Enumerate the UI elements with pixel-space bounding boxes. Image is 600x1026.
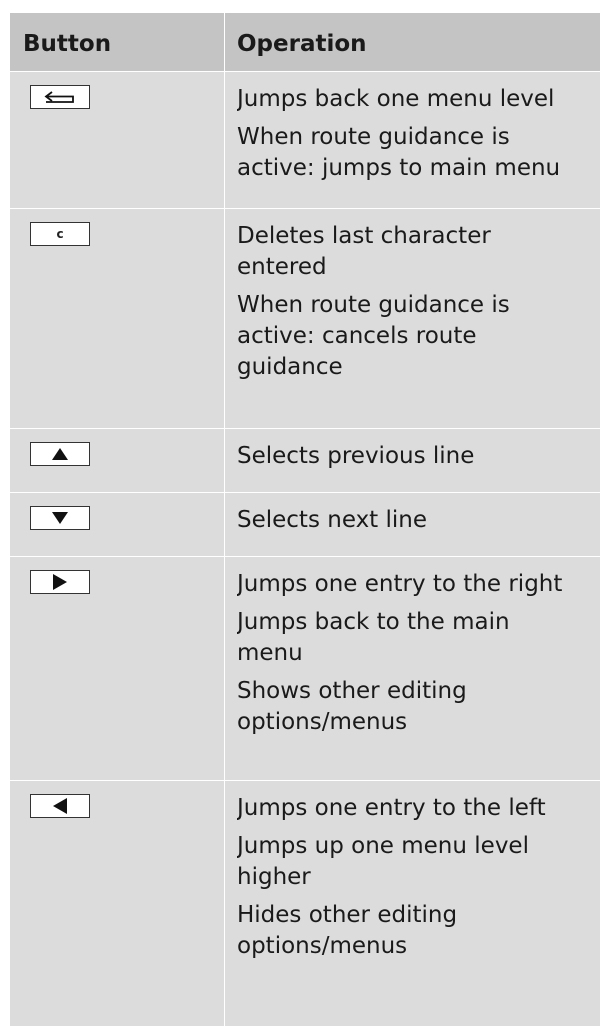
operation-line: active: jumps to main menu	[237, 155, 561, 181]
button-cell	[10, 493, 225, 556]
table-row: Jumps one entry to the right Jumps back …	[10, 557, 600, 781]
right-triangle-icon	[52, 573, 68, 591]
operation-line: When route guidance is	[237, 292, 510, 318]
header-operation-label: Operation	[237, 31, 367, 57]
right-key	[30, 570, 90, 594]
operation-line: Jumps up one menu level	[237, 833, 529, 859]
operation-cell: Jumps back one menu level When route gui…	[225, 72, 600, 208]
table-row: c Deletes last character entered When ro…	[10, 209, 600, 429]
down-triangle-icon	[51, 511, 69, 525]
operation-cell: Deletes last character entered When rout…	[225, 209, 600, 428]
operation-line: Jumps one entry to the left	[237, 795, 546, 821]
table-row: Jumps one entry to the left Jumps up one…	[10, 781, 600, 1026]
button-operation-table: Button Operation Jumps back one menu lev…	[10, 13, 600, 1026]
operation-line: Jumps one entry to the right	[237, 571, 563, 597]
manual-page: Button Operation Jumps back one menu lev…	[0, 0, 600, 1026]
table-header-row: Button Operation	[10, 13, 600, 72]
c-key: c	[30, 222, 90, 246]
operation-line: entered	[237, 254, 327, 280]
operation-line: higher	[237, 864, 311, 890]
operation-line: Selects next line	[237, 507, 428, 533]
table-row: Jumps back one menu level When route gui…	[10, 72, 600, 209]
button-cell	[10, 781, 225, 1026]
operation-line: options/menus	[237, 709, 408, 735]
operation-line: active: cancels route	[237, 323, 477, 349]
left-key	[30, 794, 90, 818]
operation-line: Deletes last character	[237, 223, 491, 249]
back-arrow-icon	[43, 90, 77, 104]
operation-line: Shows other editing	[237, 678, 467, 704]
operation-line: options/menus	[237, 933, 408, 959]
down-key	[30, 506, 90, 530]
back-key	[30, 85, 90, 109]
table-row: Selects previous line	[10, 429, 600, 493]
c-key-icon: c	[56, 227, 64, 241]
up-key	[30, 442, 90, 466]
operation-line: Jumps back one menu level	[237, 86, 555, 112]
operation-line: Jumps back to the main	[237, 609, 510, 635]
header-button-cell: Button	[10, 13, 225, 71]
button-cell	[10, 72, 225, 208]
operation-cell: Jumps one entry to the left Jumps up one…	[225, 781, 600, 1026]
button-cell	[10, 429, 225, 492]
operation-cell: Selects next line	[225, 493, 600, 556]
operation-line: guidance	[237, 354, 343, 380]
operation-cell: Jumps one entry to the right Jumps back …	[225, 557, 600, 780]
button-cell	[10, 557, 225, 780]
button-cell: c	[10, 209, 225, 428]
operation-cell: Selects previous line	[225, 429, 600, 492]
header-operation-cell: Operation	[225, 13, 600, 71]
operation-line: Selects previous line	[237, 443, 475, 469]
header-button-label: Button	[23, 31, 112, 57]
up-triangle-icon	[51, 447, 69, 461]
operation-line: Hides other editing	[237, 902, 458, 928]
left-triangle-icon	[52, 797, 68, 815]
table-row: Selects next line	[10, 493, 600, 557]
operation-line: When route guidance is	[237, 124, 510, 150]
operation-line: menu	[237, 640, 303, 666]
